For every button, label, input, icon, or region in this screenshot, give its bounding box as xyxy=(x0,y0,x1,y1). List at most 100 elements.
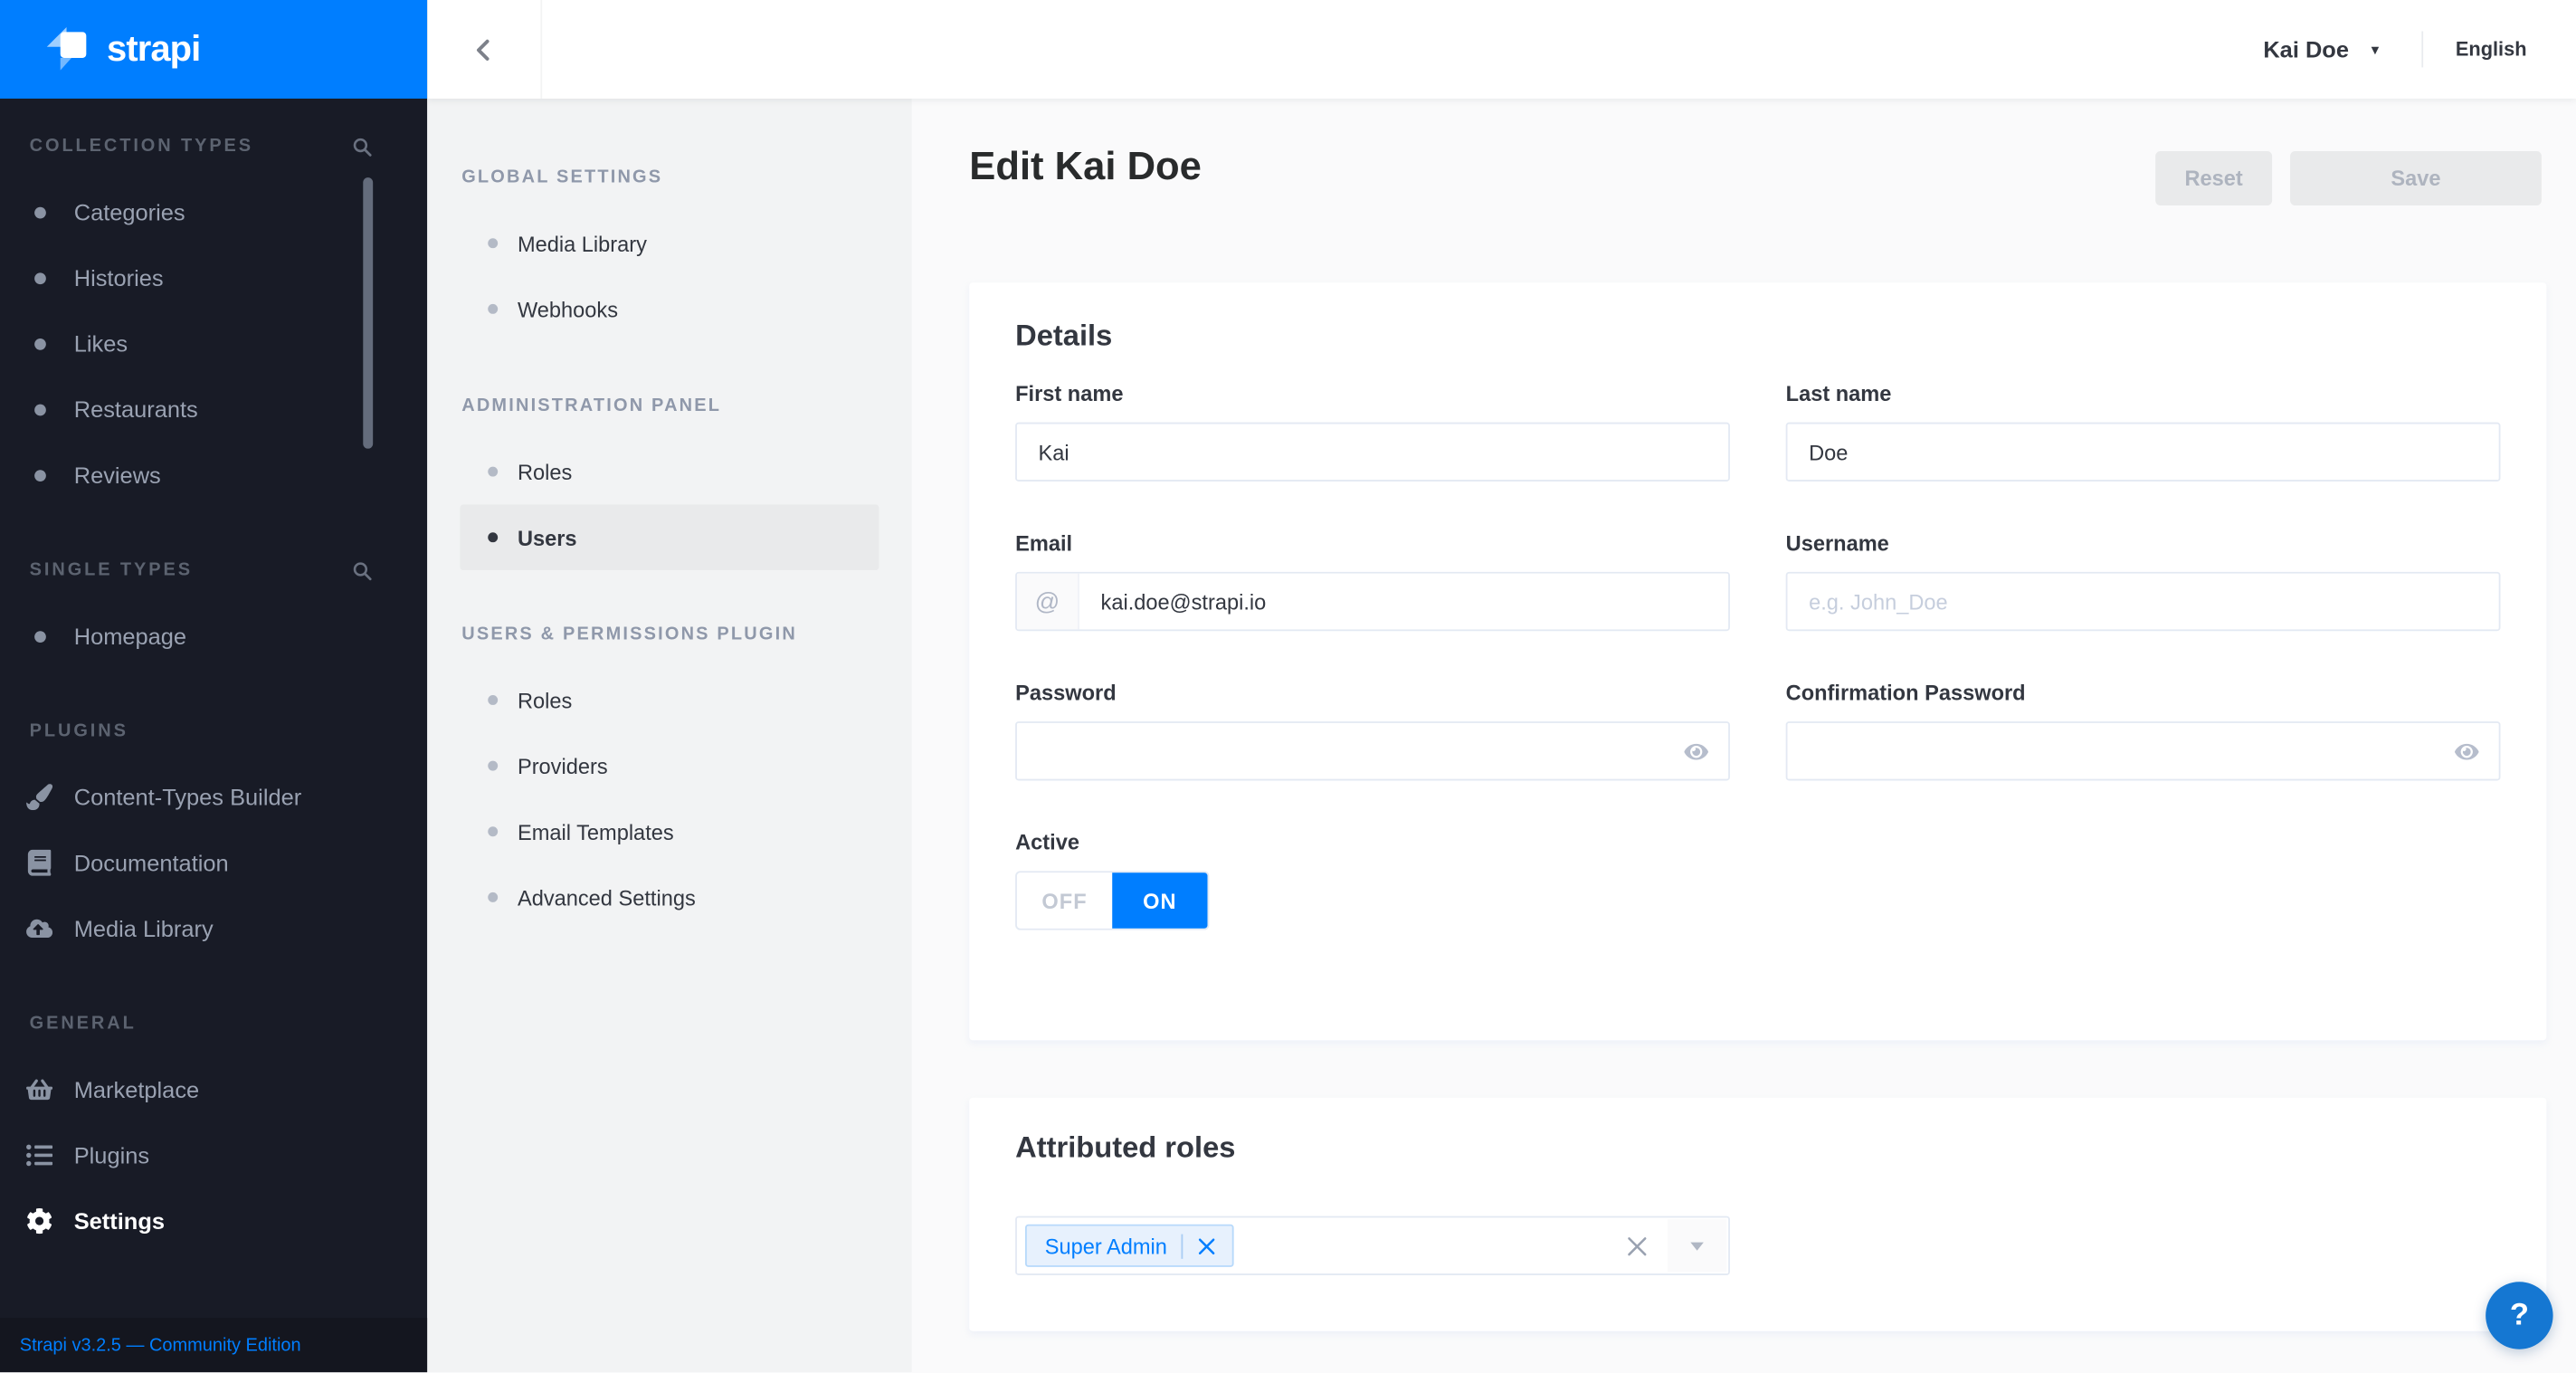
sidebar-item-homepage[interactable]: Homepage xyxy=(0,603,427,669)
section-title: COLLECTION TYPES xyxy=(30,137,253,157)
settings-sidebar: GLOBAL SETTINGS Media Library Webhooks A… xyxy=(427,99,912,1372)
clear-select-icon[interactable] xyxy=(1627,1235,1649,1257)
reset-button[interactable]: Reset xyxy=(2155,151,2272,205)
bullet-icon xyxy=(488,304,498,314)
bullet-icon xyxy=(488,826,498,836)
first-name-label: First name xyxy=(1015,381,1730,405)
toggle-on-button[interactable]: ON xyxy=(1112,872,1207,929)
strapi-logo[interactable]: strapi xyxy=(0,0,427,99)
settings-item-providers[interactable]: Providers xyxy=(460,733,879,799)
cloud-upload-icon xyxy=(26,915,52,941)
logo-text: strapi xyxy=(107,28,200,71)
sidebar-item-media-library[interactable]: Media Library xyxy=(0,896,427,962)
first-name-field-group: First name xyxy=(1015,381,1730,482)
confirmation-password-label: Confirmation Password xyxy=(1786,681,2501,705)
settings-item-admin-roles[interactable]: Roles xyxy=(460,439,879,505)
help-button[interactable]: ? xyxy=(2486,1282,2552,1349)
user-name: Kai Doe xyxy=(2263,36,2349,62)
book-icon xyxy=(26,850,52,876)
toggle-off-button[interactable]: OFF xyxy=(1017,872,1112,929)
role-tag-label: Super Admin xyxy=(1045,1234,1167,1258)
bullet-icon xyxy=(34,338,46,349)
settings-item-up-roles[interactable]: Roles xyxy=(460,667,879,733)
section-title: GLOBAL SETTINGS xyxy=(461,167,662,187)
strapi-admin-app: strapi COLLECTION TYPES Categories Histo… xyxy=(0,0,2576,1372)
bullet-icon xyxy=(34,630,46,642)
roles-select[interactable]: Super Admin xyxy=(1015,1216,1730,1275)
details-card: Details First name Last name Email @ xyxy=(969,282,2546,1040)
sidebar-item-plugins[interactable]: Plugins xyxy=(0,1122,427,1188)
section-title: PLUGINS xyxy=(30,721,128,741)
username-field-group: Username xyxy=(1786,530,2501,631)
topbar: Kai Doe ▼ English xyxy=(427,0,2576,99)
section-title: ADMINISTRATION PANEL xyxy=(461,396,721,416)
email-field-group: Email @ xyxy=(1015,530,1730,631)
language-button[interactable]: English xyxy=(2456,38,2527,61)
bullet-icon xyxy=(34,404,46,415)
bullet-icon xyxy=(34,272,46,283)
settings-item-users[interactable]: Users xyxy=(460,504,879,570)
at-icon: @ xyxy=(1017,574,1079,630)
eye-icon[interactable] xyxy=(2453,741,2481,763)
caret-down-icon xyxy=(1690,1242,1704,1250)
settings-item-advanced-settings[interactable]: Advanced Settings xyxy=(460,864,879,930)
bullet-icon xyxy=(34,206,46,218)
password-input[interactable] xyxy=(1015,721,1730,780)
sidebar-item-marketplace[interactable]: Marketplace xyxy=(0,1056,427,1122)
email-input[interactable] xyxy=(1079,574,1728,630)
sidebar-scrollbar[interactable] xyxy=(363,177,373,449)
email-label: Email xyxy=(1015,530,1730,555)
chevron-left-icon xyxy=(470,35,498,63)
paintbrush-icon xyxy=(26,784,52,810)
sidebar-footer: Strapi v3.2.5 — Community Edition xyxy=(0,1318,427,1372)
sidebar-item-documentation[interactable]: Documentation xyxy=(0,830,427,896)
main-content: Edit Kai Doe Reset Save Details First na… xyxy=(912,99,2576,1372)
bullet-icon xyxy=(34,469,46,481)
active-field-group: Active OFF ON xyxy=(1015,830,1730,930)
version-link[interactable]: Strapi v3.2.5 — Community Edition xyxy=(20,1335,301,1355)
bullet-icon xyxy=(488,467,498,477)
last-name-label: Last name xyxy=(1786,381,2501,405)
section-title: SINGLE TYPES xyxy=(30,560,193,580)
sidebar-item-content-types-builder[interactable]: Content-Types Builder xyxy=(0,764,427,830)
eye-icon[interactable] xyxy=(1682,741,1710,763)
password-field-group: Password xyxy=(1015,681,1730,781)
attributed-roles-card: Attributed roles Super Admin xyxy=(969,1098,2546,1331)
settings-item-media-library[interactable]: Media Library xyxy=(460,210,879,276)
sidebar-item-settings[interactable]: Settings xyxy=(0,1188,427,1254)
confirmation-password-input[interactable] xyxy=(1786,721,2501,780)
settings-item-webhooks[interactable]: Webhooks xyxy=(460,276,879,342)
active-toggle: OFF ON xyxy=(1015,871,1209,930)
bullet-icon xyxy=(488,695,498,705)
section-title: GENERAL xyxy=(30,1014,137,1034)
user-menu[interactable]: Kai Doe ▼ xyxy=(2263,36,2381,62)
settings-item-email-templates[interactable]: Email Templates xyxy=(460,798,879,864)
save-button[interactable]: Save xyxy=(2290,151,2542,205)
topbar-divider xyxy=(2421,31,2423,67)
first-name-input[interactable] xyxy=(1015,423,1730,482)
search-icon[interactable] xyxy=(352,136,374,157)
remove-tag-icon[interactable] xyxy=(1198,1236,1216,1254)
caret-down-icon: ▼ xyxy=(2369,42,2381,56)
section-general: GENERAL Marketplace Plugins Settings xyxy=(0,991,427,1254)
last-name-field-group: Last name xyxy=(1786,381,2501,482)
list-icon xyxy=(26,1142,52,1168)
bullet-icon xyxy=(488,761,498,771)
bullet-icon xyxy=(488,238,498,248)
strapi-logo-icon xyxy=(44,24,89,73)
select-dropdown-button[interactable] xyxy=(1668,1219,1726,1272)
password-label: Password xyxy=(1015,681,1730,705)
sidebar-item-reviews[interactable]: Reviews xyxy=(0,442,427,508)
page-title: Edit Kai Doe xyxy=(969,145,1202,191)
attributed-roles-title: Attributed roles xyxy=(1015,1130,2500,1165)
role-tag-super-admin: Super Admin xyxy=(1025,1225,1234,1267)
section-title: USERS & PERMISSIONS PLUGIN xyxy=(461,625,797,644)
search-icon[interactable] xyxy=(352,559,374,581)
username-input[interactable] xyxy=(1786,572,2501,631)
bullet-icon xyxy=(488,892,498,902)
main-sidebar: strapi COLLECTION TYPES Categories Histo… xyxy=(0,0,427,1372)
username-label: Username xyxy=(1786,530,2501,555)
confirmation-password-field-group: Confirmation Password xyxy=(1786,681,2501,781)
last-name-input[interactable] xyxy=(1786,423,2501,482)
back-button[interactable] xyxy=(427,0,542,99)
